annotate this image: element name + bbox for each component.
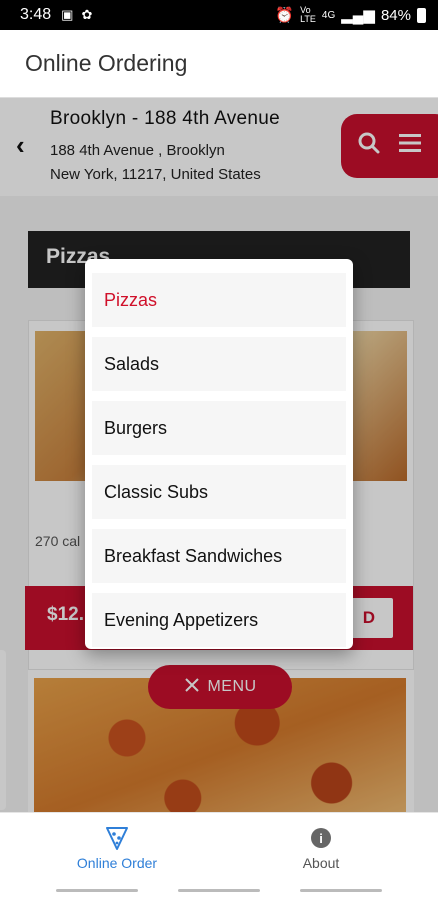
nav-about-label: About — [302, 855, 340, 871]
app-header: Online Ordering — [0, 30, 438, 98]
dropdown-item-pizzas[interactable]: Pizzas — [92, 273, 346, 327]
4g-icon: 4G — [321, 9, 336, 21]
dropdown-item-breakfast-sandwiches[interactable]: Breakfast Sandwiches — [92, 529, 346, 583]
nav-online-order-label: Online Order — [76, 855, 158, 871]
gesture-bar — [56, 889, 138, 892]
gesture-bar — [178, 889, 260, 892]
dropdown-item-classic-subs[interactable]: Classic Subs — [92, 465, 346, 519]
info-icon: i — [311, 825, 331, 851]
notification-icon: ✿ — [81, 7, 93, 22]
category-dropdown: Pizzas Salads Burgers Classic Subs Break… — [85, 259, 353, 649]
gesture-bar — [300, 889, 382, 892]
bottom-navigation: Online Order i About — [0, 812, 438, 900]
dropdown-item-salads[interactable]: Salads — [92, 337, 346, 391]
nav-online-order[interactable]: Online Order — [47, 825, 187, 871]
alarm-icon: ⏰ — [275, 7, 295, 24]
image-icon: ▣ — [61, 7, 74, 22]
pizza-slice-icon — [106, 825, 128, 851]
dropdown-item-evening-appetizers[interactable]: Evening Appetizers — [92, 593, 346, 647]
status-time: 3:48 — [20, 6, 52, 23]
volte-icon: Vo LTE — [300, 5, 316, 24]
signal-icon: ▂▄▆ — [341, 7, 375, 24]
dropdown-item-burgers[interactable]: Burgers — [92, 401, 346, 455]
battery-percent: 84% — [380, 6, 411, 24]
nav-about[interactable]: i About — [251, 825, 391, 871]
page-title: Online Ordering — [25, 50, 188, 76]
battery-icon — [417, 7, 426, 23]
status-bar: 3:48 ▣ ✿ ⏰ Vo LTE 4G ▂▄▆ 84% — [0, 0, 438, 30]
